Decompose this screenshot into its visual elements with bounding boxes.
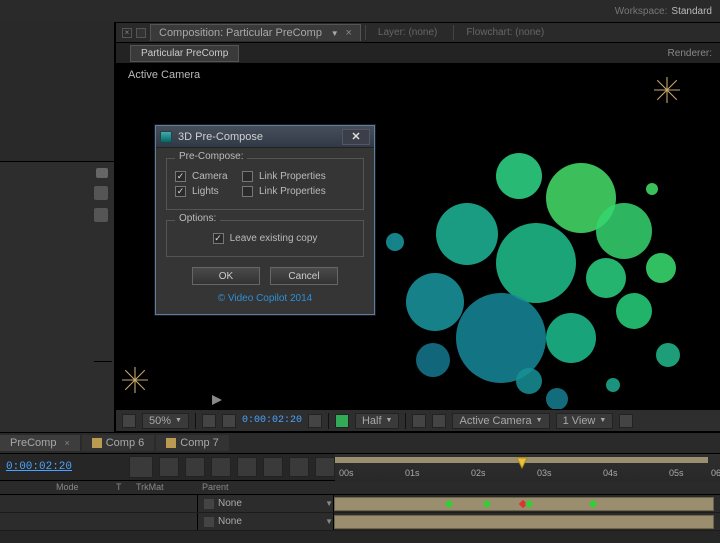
footer-icon[interactable] bbox=[202, 414, 216, 428]
leave-existing-checkbox[interactable] bbox=[213, 233, 224, 244]
timeline-button[interactable] bbox=[129, 456, 153, 478]
parent-dropdown[interactable]: None bbox=[218, 498, 321, 509]
workspace-label: Workspace: bbox=[615, 6, 668, 17]
view-mode-dropdown[interactable]: Active Camera▼ bbox=[452, 413, 549, 429]
ruler-tick: 01s bbox=[405, 468, 420, 478]
resolution-dropdown[interactable]: Half▼ bbox=[355, 413, 400, 429]
ruler-tick: 00s bbox=[339, 468, 354, 478]
cancel-button[interactable]: Cancel bbox=[270, 267, 338, 285]
leave-existing-label: Leave existing copy bbox=[230, 233, 318, 244]
view-count-dropdown[interactable]: 1 View▼ bbox=[556, 413, 614, 429]
chevron-down-icon[interactable]: ▼ bbox=[331, 29, 339, 38]
camera-label: Camera bbox=[192, 171, 236, 182]
current-time-indicator[interactable] bbox=[515, 456, 529, 470]
lens-flare-icon bbox=[654, 77, 680, 103]
tab-prefix: Composition: bbox=[159, 27, 223, 39]
tool-icon[interactable] bbox=[94, 186, 108, 200]
workspace-dropdown[interactable]: Standard bbox=[671, 6, 712, 17]
precompose-legend: Pre-Compose: bbox=[175, 151, 247, 162]
comp-subtab[interactable]: Particular PreComp bbox=[130, 45, 239, 62]
timeline-timecode[interactable]: 0:00:02:20 bbox=[6, 461, 72, 473]
footer-icon[interactable] bbox=[619, 414, 633, 428]
tool-icon[interactable] bbox=[96, 168, 108, 178]
renderer-label[interactable]: Renderer: bbox=[668, 48, 712, 59]
col-t: T bbox=[110, 481, 130, 494]
camera-checkbox[interactable] bbox=[175, 171, 186, 182]
dialog-icon bbox=[160, 131, 172, 143]
lights-label: Lights bbox=[192, 186, 236, 197]
col-parent: Parent bbox=[196, 481, 332, 494]
lens-flare-icon bbox=[122, 367, 148, 393]
play-icon[interactable] bbox=[208, 391, 226, 409]
lights-checkbox[interactable] bbox=[175, 186, 186, 197]
viewer-footer: 50%▼ 0:00:02:20 Half▼ Active Camera▼ 1 V… bbox=[116, 409, 720, 431]
layer-row[interactable]: None ▼ bbox=[0, 495, 720, 513]
link-properties-checkbox[interactable] bbox=[242, 171, 253, 182]
layer-row[interactable]: None ▼ bbox=[0, 513, 720, 531]
timeline-tab[interactable]: Comp 6 bbox=[82, 435, 155, 451]
link-properties-label-2: Link Properties bbox=[259, 186, 326, 197]
footer-icon[interactable] bbox=[222, 414, 236, 428]
options-legend: Options: bbox=[175, 213, 220, 224]
timeline-button[interactable] bbox=[211, 457, 231, 477]
pickwhip-icon[interactable] bbox=[204, 517, 214, 527]
timeline-button[interactable] bbox=[315, 457, 335, 477]
particle-preview bbox=[346, 143, 676, 409]
timeline-button[interactable] bbox=[185, 457, 205, 477]
link-properties-label: Link Properties bbox=[259, 171, 326, 182]
col-trkmat: TrkMat bbox=[130, 481, 196, 494]
tool-icon[interactable] bbox=[94, 208, 108, 222]
timeline-button[interactable] bbox=[237, 457, 257, 477]
panel-close-icon[interactable]: × bbox=[122, 28, 132, 38]
time-ruler[interactable]: 00s 01s 02s 03s 04s 05s 06 bbox=[335, 454, 720, 482]
close-button[interactable]: ✕ bbox=[342, 129, 370, 145]
zoom-dropdown[interactable]: 50%▼ bbox=[142, 413, 189, 429]
timeline-button[interactable] bbox=[289, 457, 309, 477]
ruler-tick: 05s bbox=[669, 468, 684, 478]
timeline-button[interactable] bbox=[159, 457, 179, 477]
ok-button[interactable]: OK bbox=[192, 267, 260, 285]
ruler-tick: 02s bbox=[471, 468, 486, 478]
comp-icon bbox=[92, 438, 102, 448]
parent-dropdown[interactable]: None bbox=[218, 516, 321, 527]
timeline-tab[interactable]: PreComp× bbox=[0, 435, 80, 451]
ruler-tick: 03s bbox=[537, 468, 552, 478]
timeline-panel: PreComp× Comp 6 Comp 7 0:00:02:20 00s 01… bbox=[0, 432, 720, 543]
footer-icon[interactable] bbox=[412, 414, 426, 428]
footer-icon[interactable] bbox=[432, 414, 446, 428]
tab-comp-name: Particular PreComp bbox=[226, 27, 322, 39]
timeline-button[interactable] bbox=[263, 457, 283, 477]
grid-icon[interactable] bbox=[122, 414, 136, 428]
ruler-tick: 04s bbox=[603, 468, 618, 478]
timecode-display[interactable]: 0:00:02:20 bbox=[242, 415, 302, 426]
precompose-dialog: 3D Pre-Compose ✕ Pre-Compose: Camera Lin… bbox=[155, 125, 375, 315]
timeline-tab[interactable]: Comp 7 bbox=[156, 435, 229, 451]
link-properties-checkbox-2[interactable] bbox=[242, 186, 253, 197]
comp-icon bbox=[136, 28, 146, 38]
footer-icon[interactable] bbox=[335, 414, 349, 428]
left-panel bbox=[0, 22, 115, 432]
col-mode: Mode bbox=[50, 481, 110, 494]
ruler-tick: 06 bbox=[711, 468, 720, 478]
comp-icon bbox=[166, 438, 176, 448]
pickwhip-icon[interactable] bbox=[204, 499, 214, 509]
composition-tab[interactable]: Composition: Particular PreComp ▼ × bbox=[150, 24, 361, 41]
flowchart-tab[interactable]: Flowchart: (none) bbox=[453, 25, 556, 40]
dialog-title: 3D Pre-Compose bbox=[178, 131, 336, 143]
layer-tab[interactable]: Layer: (none) bbox=[365, 25, 449, 40]
camera-icon[interactable] bbox=[308, 414, 322, 428]
copyright-label: © Video Copilot 2014 bbox=[166, 291, 364, 308]
active-camera-label: Active Camera bbox=[128, 69, 200, 81]
